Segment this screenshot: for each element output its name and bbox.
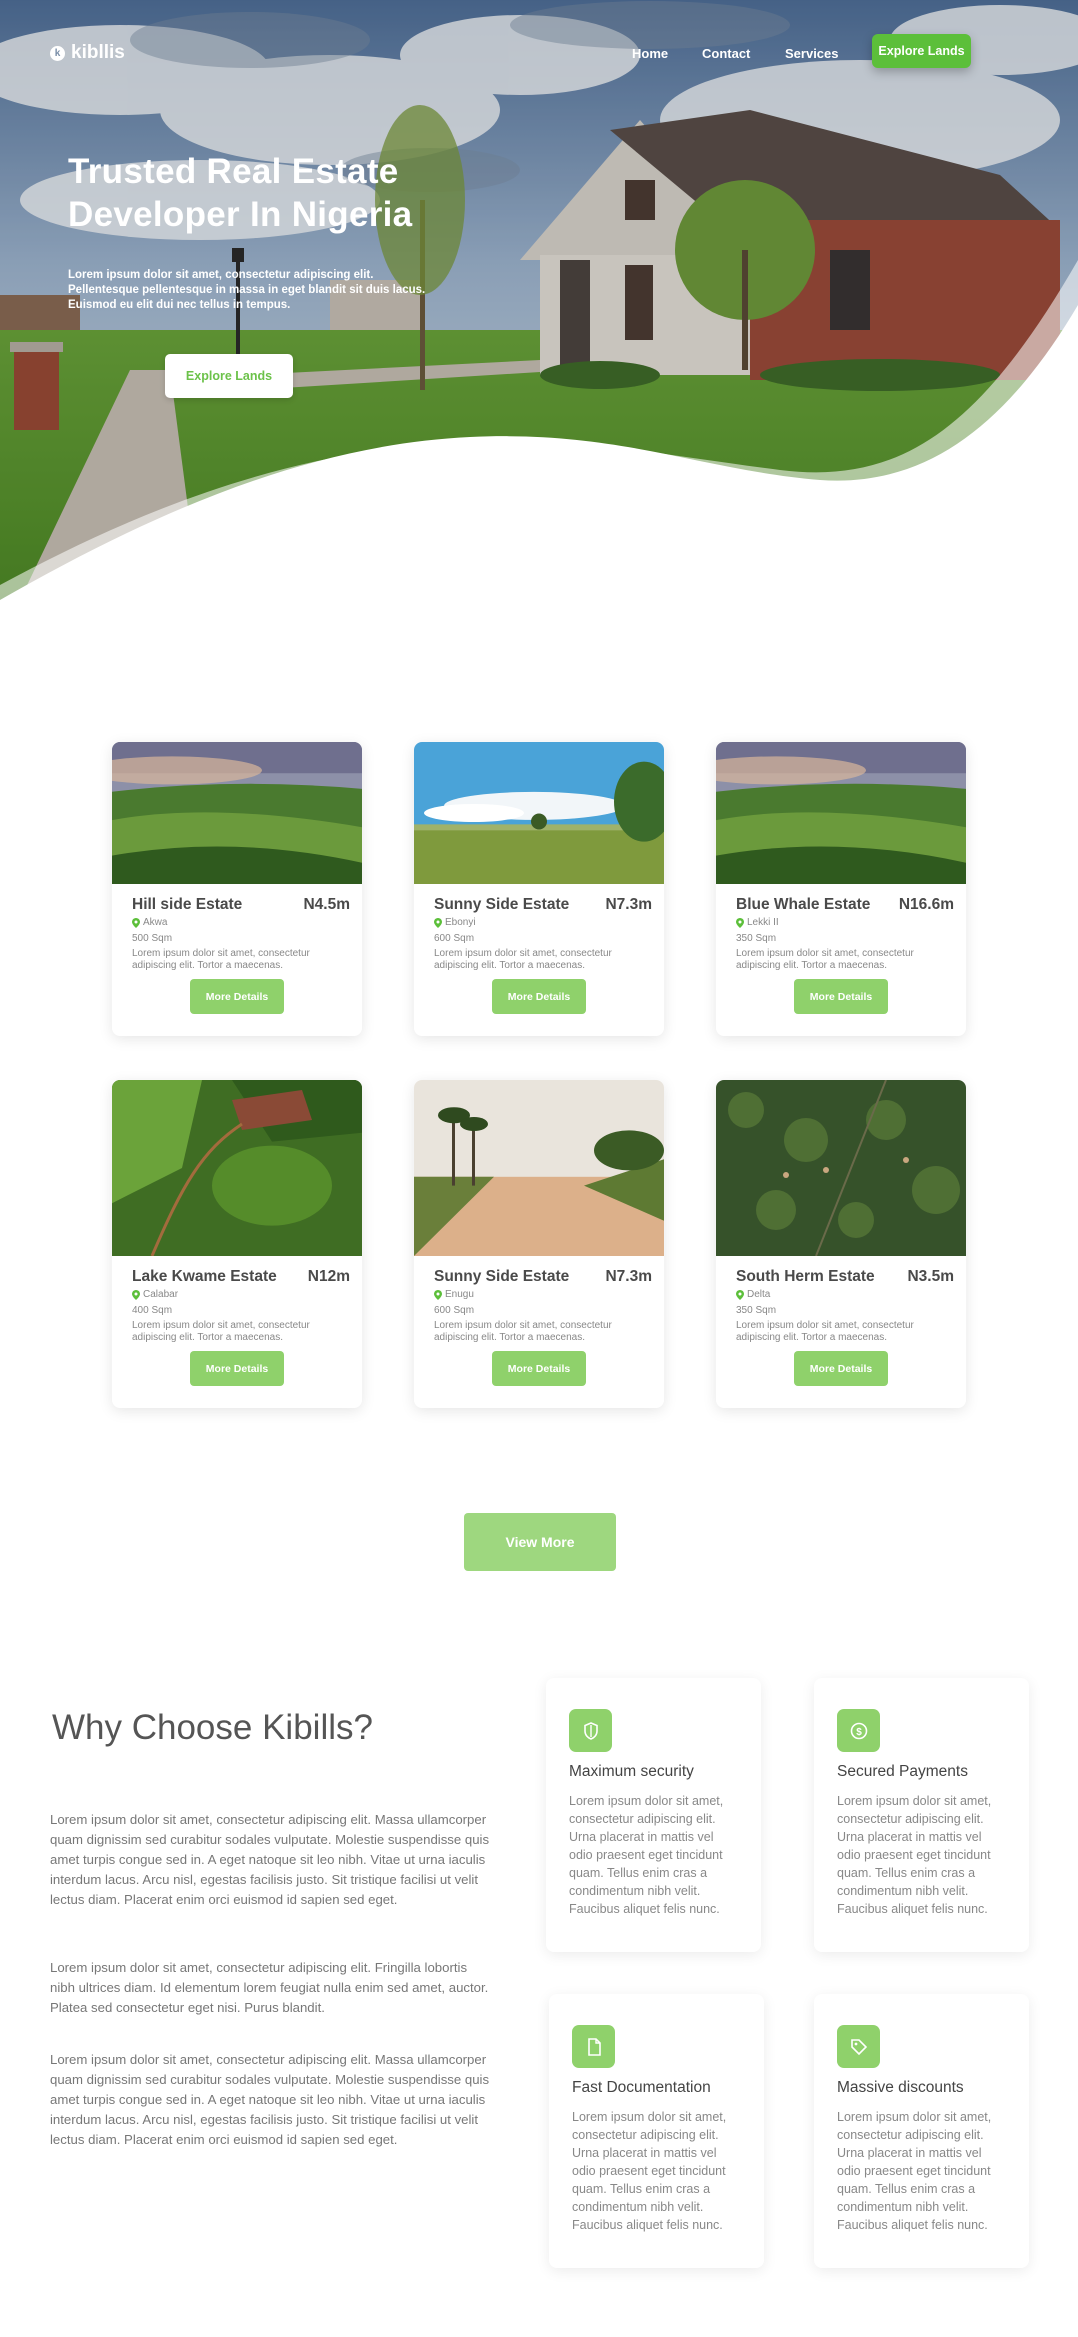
listing-card: Lake Kwame Estate N12m Calabar 400 Sqm L…: [112, 1080, 362, 1408]
listing-size: 350 Sqm: [736, 933, 777, 944]
listing-size: 350 Sqm: [736, 1305, 777, 1316]
listing-name: Lake Kwame Estate: [132, 1268, 277, 1285]
why-paragraph: Lorem ipsum dolor sit amet, consectetur …: [50, 2052, 490, 2147]
feature-description: Lorem ipsum dolor sit amet, consectetur …: [569, 1794, 724, 1916]
location-pin-icon: [132, 1289, 140, 1300]
feature-card-discounts: Massive discounts Lorem ipsum dolor sit …: [814, 1994, 1029, 2268]
logo[interactable]: k kibllis: [50, 42, 125, 64]
location-pin-icon: [132, 917, 140, 928]
location-pin-icon: [736, 1289, 744, 1300]
listing-card: South Herm Estate N3.5m Delta 350 Sqm Lo…: [716, 1080, 966, 1408]
why-paragraph: Lorem ipsum dolor sit amet, consectetur …: [50, 1960, 489, 2015]
listing-name: Sunny Side Estate: [434, 896, 570, 913]
listing-description: Lorem ipsum dolor sit amet, consectetur …: [736, 1320, 914, 1343]
tag-icon: [837, 2025, 880, 2068]
nav-explore-lands-button[interactable]: Explore Lands: [872, 34, 971, 68]
more-details-button[interactable]: More Details: [190, 1351, 284, 1386]
view-more-button[interactable]: View More: [464, 1513, 616, 1571]
listing-location-text: Ebonyi: [445, 917, 476, 928]
listing-image: [716, 1080, 966, 1256]
listing-image: [716, 742, 966, 884]
listing-image: [414, 742, 664, 884]
svg-text:$: $: [856, 1727, 862, 1738]
listing-name: South Herm Estate: [736, 1268, 875, 1285]
listing-size: 600 Sqm: [434, 1305, 475, 1316]
listing-size: 500 Sqm: [132, 933, 173, 944]
hero-subtitle: Lorem ipsum dolor sit amet, consectetur …: [68, 269, 426, 311]
feature-description: Lorem ipsum dolor sit amet, consectetur …: [572, 2110, 727, 2232]
listing-description: Lorem ipsum dolor sit amet, consectetur …: [434, 948, 612, 971]
dollar-icon: $: [837, 1709, 880, 1752]
listing-price: N16.6m: [898, 896, 954, 913]
listing-location: Akwa: [132, 917, 167, 928]
listing-price: N7.3m: [605, 1268, 652, 1285]
listing-price: N4.5m: [303, 896, 350, 913]
feature-description: Lorem ipsum dolor sit amet, consectetur …: [837, 1794, 992, 1916]
listing-price: N3.5m: [907, 1268, 954, 1285]
listing-location-text: Delta: [747, 1289, 771, 1300]
more-details-button[interactable]: More Details: [190, 979, 284, 1014]
listing-location: Calabar: [132, 1289, 178, 1300]
listing-card: Blue Whale Estate N16.6m Lekki II 350 Sq…: [716, 742, 966, 1036]
shield-icon: [569, 1709, 612, 1752]
feature-description: Lorem ipsum dolor sit amet, consectetur …: [837, 2110, 992, 2232]
listing-location: Lekki II: [736, 917, 779, 928]
feature-card-security: Maximum security Lorem ipsum dolor sit a…: [546, 1678, 761, 1952]
logo-text: kibllis: [71, 42, 125, 63]
listing-size: 600 Sqm: [434, 933, 475, 944]
listing-name: Sunny Side Estate: [434, 1268, 570, 1285]
listing-price: N7.3m: [605, 896, 652, 913]
hero-section: k kibllis Home Contact Services Explore …: [0, 0, 1078, 600]
document-icon: [572, 2025, 615, 2068]
listing-size: 400 Sqm: [132, 1305, 173, 1316]
listing-card: Hill side Estate N4.5m Akwa 500 Sqm Lore…: [112, 742, 362, 1036]
listing-description: Lorem ipsum dolor sit amet, consectetur …: [736, 948, 914, 971]
more-details-button[interactable]: More Details: [492, 979, 586, 1014]
listing-image: [414, 1080, 664, 1256]
more-details-button[interactable]: More Details: [794, 1351, 888, 1386]
location-pin-icon: [736, 917, 744, 928]
listing-name: Hill side Estate: [132, 896, 243, 913]
feature-card-payments: $ Secured Payments Lorem ipsum dolor sit…: [814, 1678, 1029, 1952]
listing-description: Lorem ipsum dolor sit amet, consectetur …: [132, 948, 310, 971]
listing-card: Sunny Side Estate N7.3m Enugu 600 Sqm Lo…: [414, 1080, 664, 1408]
listing-location-text: Lekki II: [747, 917, 779, 928]
listing-location-text: Calabar: [143, 1289, 179, 1300]
why-paragraph: Lorem ipsum dolor sit amet, consectetur …: [50, 1812, 490, 1907]
nav-link-contact[interactable]: Contact: [702, 46, 750, 61]
location-pin-icon: [434, 917, 442, 928]
nav-link-home[interactable]: Home: [632, 46, 668, 61]
feature-title: Massive discounts: [837, 2079, 964, 2096]
listing-card: Sunny Side Estate N7.3m Ebonyi 600 Sqm L…: [414, 742, 664, 1036]
listing-location-text: Enugu: [445, 1289, 474, 1300]
feature-title: Secured Payments: [837, 1763, 968, 1780]
feature-title: Fast Documentation: [572, 2079, 711, 2096]
feature-card-documentation: Fast Documentation Lorem ipsum dolor sit…: [549, 1994, 764, 2268]
more-details-button[interactable]: More Details: [492, 1351, 586, 1386]
listing-description: Lorem ipsum dolor sit amet, consectetur …: [132, 1320, 310, 1343]
hero-title: Trusted Real Estate Developer In Nigeria: [68, 152, 413, 234]
listing-location: Delta: [736, 1289, 770, 1300]
listing-image: [112, 1080, 362, 1256]
nav-link-services[interactable]: Services: [785, 46, 839, 61]
feature-title: Maximum security: [569, 1763, 694, 1780]
why-choose-title: Why Choose Kibills?: [52, 1708, 373, 1747]
location-pin-icon: [434, 1289, 442, 1300]
listing-location-text: Akwa: [143, 917, 168, 928]
hero-explore-lands-button[interactable]: Explore Lands: [165, 354, 293, 398]
logo-mark-icon: k: [50, 45, 65, 61]
listing-name: Blue Whale Estate: [736, 896, 871, 913]
listing-location: Enugu: [434, 1289, 474, 1300]
listing-description: Lorem ipsum dolor sit amet, consectetur …: [434, 1320, 612, 1343]
more-details-button[interactable]: More Details: [794, 979, 888, 1014]
listing-price: N12m: [307, 1268, 350, 1285]
listing-location: Ebonyi: [434, 917, 476, 928]
listing-image: [112, 742, 362, 884]
